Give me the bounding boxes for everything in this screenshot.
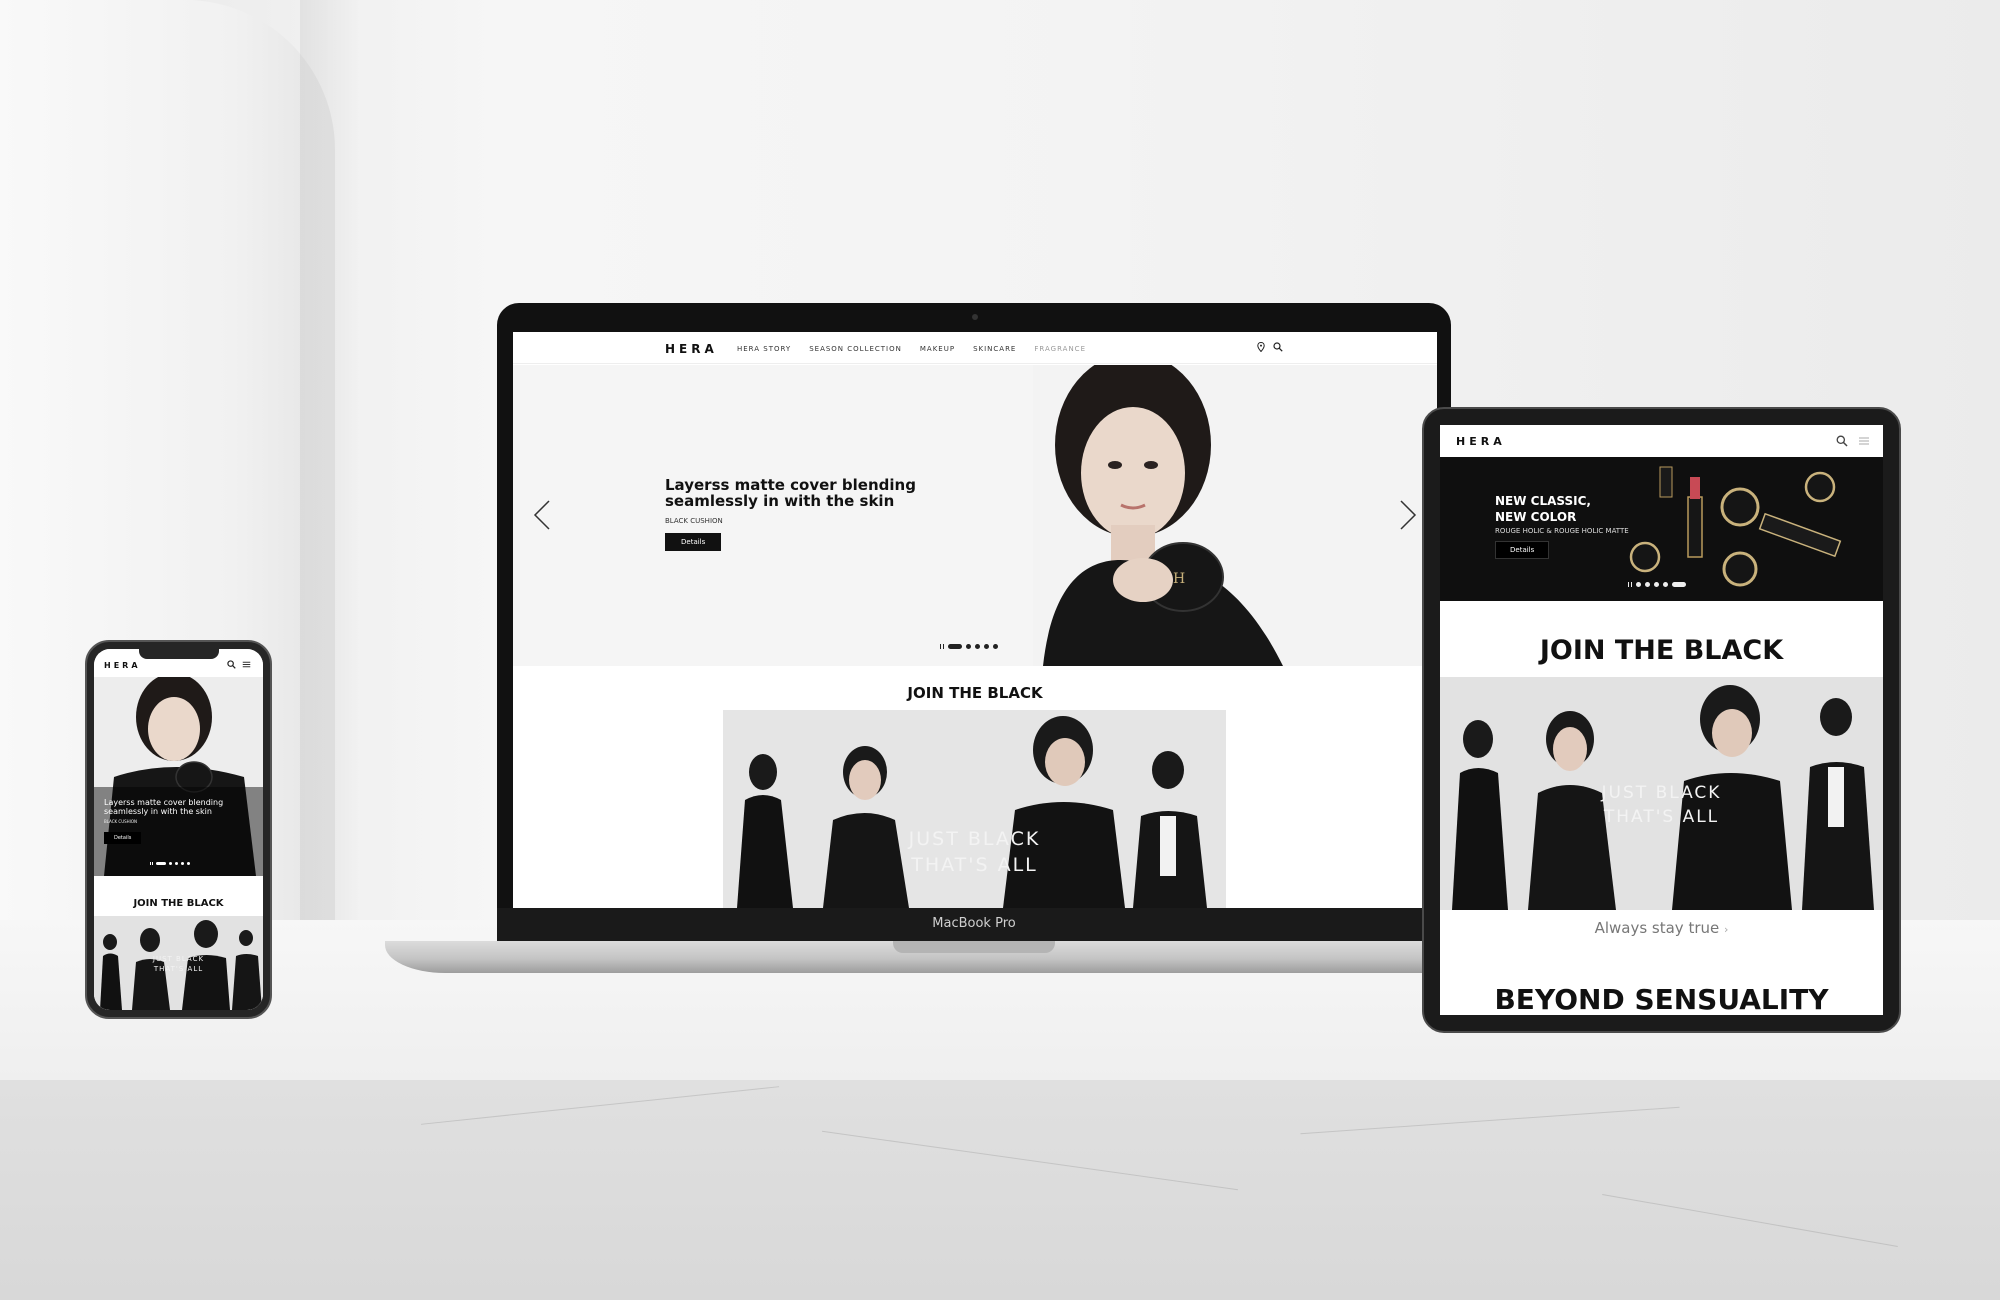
marble-counter-front bbox=[0, 1080, 2000, 1300]
nav-item-skincare[interactable]: SKINCARE bbox=[973, 345, 1016, 353]
carousel-dot[interactable] bbox=[1663, 582, 1668, 587]
section-title: JOIN THE BLACK bbox=[1539, 635, 1784, 666]
join-the-black-banner[interactable]: JUST BLACK THAT'S ALL bbox=[1440, 677, 1883, 910]
nav-item-hera-story[interactable]: HERA STORY bbox=[737, 345, 791, 353]
header-icons bbox=[227, 660, 251, 669]
svg-text:H: H bbox=[1173, 571, 1185, 587]
carousel-dot[interactable] bbox=[1645, 582, 1650, 587]
laptop-chin: MacBook Pro bbox=[497, 908, 1451, 941]
hero-product-name: BLACK CUSHION bbox=[104, 819, 138, 824]
hero-copy: Layerss matte cover blending seamlessly … bbox=[665, 477, 925, 551]
banner-line-2: NEW COLOR bbox=[1495, 510, 1577, 524]
link-label: Always stay true bbox=[1594, 919, 1720, 937]
mobile-hero: Layerss matte cover blending seamlessly … bbox=[94, 677, 263, 876]
carousel-dot[interactable] bbox=[993, 644, 998, 649]
laptop-notch bbox=[893, 941, 1055, 953]
band-text: JUST BLACK THAT'S ALL bbox=[94, 954, 263, 974]
hero-model-photo: H bbox=[1033, 365, 1437, 666]
laptop-screen: HERA HERA STORY SEASON COLLECTION MAKEUP… bbox=[513, 332, 1437, 908]
banner-product-name: ROUGE HOLIC & ROUGE HOLIC MATTE bbox=[1495, 527, 1629, 535]
hero-carousel: H Layerss matte cover blending seamlessl… bbox=[513, 365, 1437, 666]
phone-screen: HERA Layerss matte cover blending seamle… bbox=[94, 649, 263, 1010]
nav-item-fragrance[interactable]: FRAGRANCE bbox=[1034, 345, 1086, 353]
always-stay-true-link[interactable]: Always stay true › bbox=[1440, 919, 1883, 937]
menu-icon[interactable] bbox=[242, 660, 251, 669]
band-text: JUST BLACK THAT'S ALL bbox=[723, 826, 1226, 878]
brand-logo[interactable]: HERA bbox=[665, 342, 718, 356]
hero-copy: Layerss matte cover blending seamlessly … bbox=[104, 798, 254, 844]
chevron-right-icon: › bbox=[1724, 923, 1729, 936]
carousel-pagination bbox=[150, 862, 190, 865]
carousel-dot[interactable] bbox=[966, 644, 971, 649]
band-line-1: JUST BLACK bbox=[1601, 783, 1722, 803]
chevron-left-icon[interactable] bbox=[531, 499, 555, 531]
carousel-dot[interactable] bbox=[175, 862, 178, 865]
menu-icon[interactable] bbox=[1858, 435, 1870, 447]
banner-line-1: NEW CLASSIC, bbox=[1495, 494, 1591, 508]
carousel-dot[interactable] bbox=[948, 644, 962, 649]
section-title: JOIN THE BLACK bbox=[907, 684, 1043, 702]
carousel-pagination bbox=[1628, 582, 1686, 587]
hero-headline: Layerss matte cover blending seamlessly … bbox=[665, 476, 916, 510]
brand-logo[interactable]: HERA bbox=[104, 661, 141, 670]
carousel-pause-icon[interactable] bbox=[150, 862, 153, 865]
section-title: JOIN THE BLACK bbox=[133, 898, 224, 909]
band-text: JUST BLACK THAT'S ALL bbox=[1440, 781, 1883, 829]
desktop-header: HERA HERA STORY SEASON COLLECTION MAKEUP… bbox=[513, 332, 1437, 364]
carousel-dot[interactable] bbox=[181, 862, 184, 865]
tablet-screen: HERA NEW CLASSIC, NEW COLOR ROUGE HOLIC … bbox=[1440, 425, 1883, 1015]
carousel-dot[interactable] bbox=[984, 644, 989, 649]
carousel-dot[interactable] bbox=[975, 644, 980, 649]
join-the-black-banner[interactable]: JUST BLACK THAT'S ALL bbox=[94, 916, 263, 1010]
carousel-dot[interactable] bbox=[1672, 582, 1686, 587]
location-pin-icon[interactable] bbox=[1257, 342, 1265, 352]
band-line-1: JUST BLACK bbox=[908, 828, 1041, 850]
nav-item-season-collection[interactable]: SEASON COLLECTION bbox=[809, 345, 902, 353]
brand-logo[interactable]: HERA bbox=[1456, 435, 1506, 448]
search-icon[interactable] bbox=[227, 660, 236, 669]
tablet-header: HERA bbox=[1440, 425, 1883, 457]
device-label: MacBook Pro bbox=[932, 916, 1016, 931]
banner-copy: NEW CLASSIC, NEW COLOR ROUGE HOLIC & ROU… bbox=[1495, 493, 1629, 559]
search-icon[interactable] bbox=[1273, 342, 1283, 352]
carousel-dot[interactable] bbox=[1636, 582, 1641, 587]
band-line-2: THAT'S ALL bbox=[153, 965, 204, 973]
hero-headline: Layerss matte cover blending seamlessly … bbox=[104, 798, 224, 816]
desktop-nav-menu: HERA STORY SEASON COLLECTION MAKEUP SKIN… bbox=[737, 345, 1086, 353]
chevron-right-icon[interactable] bbox=[1395, 499, 1419, 531]
band-line-1: JUST BLACK bbox=[152, 955, 205, 963]
carousel-pagination bbox=[940, 644, 998, 649]
hero-product-name: BLACK CUSHION bbox=[665, 517, 723, 525]
phone-notch bbox=[139, 649, 219, 659]
carousel-pause-icon[interactable] bbox=[1628, 582, 1632, 587]
header-icons bbox=[1257, 342, 1283, 352]
band-line-2: THAT'S ALL bbox=[911, 854, 1038, 876]
details-button[interactable]: Details bbox=[104, 832, 142, 844]
laptop-camera bbox=[972, 314, 978, 320]
details-button[interactable]: Details bbox=[1495, 541, 1550, 559]
carousel-dot[interactable] bbox=[169, 862, 172, 865]
section-title-2: BEYOND SENSUALITY bbox=[1494, 983, 1829, 1015]
carousel-dot[interactable] bbox=[156, 862, 166, 865]
carousel-pause-icon[interactable] bbox=[940, 644, 944, 649]
header-icons bbox=[1836, 435, 1870, 447]
carousel-dot[interactable] bbox=[187, 862, 190, 865]
details-button[interactable]: Details bbox=[665, 533, 722, 551]
carousel-dot[interactable] bbox=[1654, 582, 1659, 587]
arch-shadow bbox=[300, 0, 360, 940]
nav-item-makeup[interactable]: MAKEUP bbox=[920, 345, 955, 353]
search-icon[interactable] bbox=[1836, 435, 1848, 447]
join-the-black-banner[interactable]: JUST BLACK THAT'S ALL bbox=[723, 710, 1226, 908]
tablet-hero-banner: NEW CLASSIC, NEW COLOR ROUGE HOLIC & ROU… bbox=[1440, 457, 1883, 601]
band-line-2: THAT'S ALL bbox=[1603, 807, 1720, 827]
